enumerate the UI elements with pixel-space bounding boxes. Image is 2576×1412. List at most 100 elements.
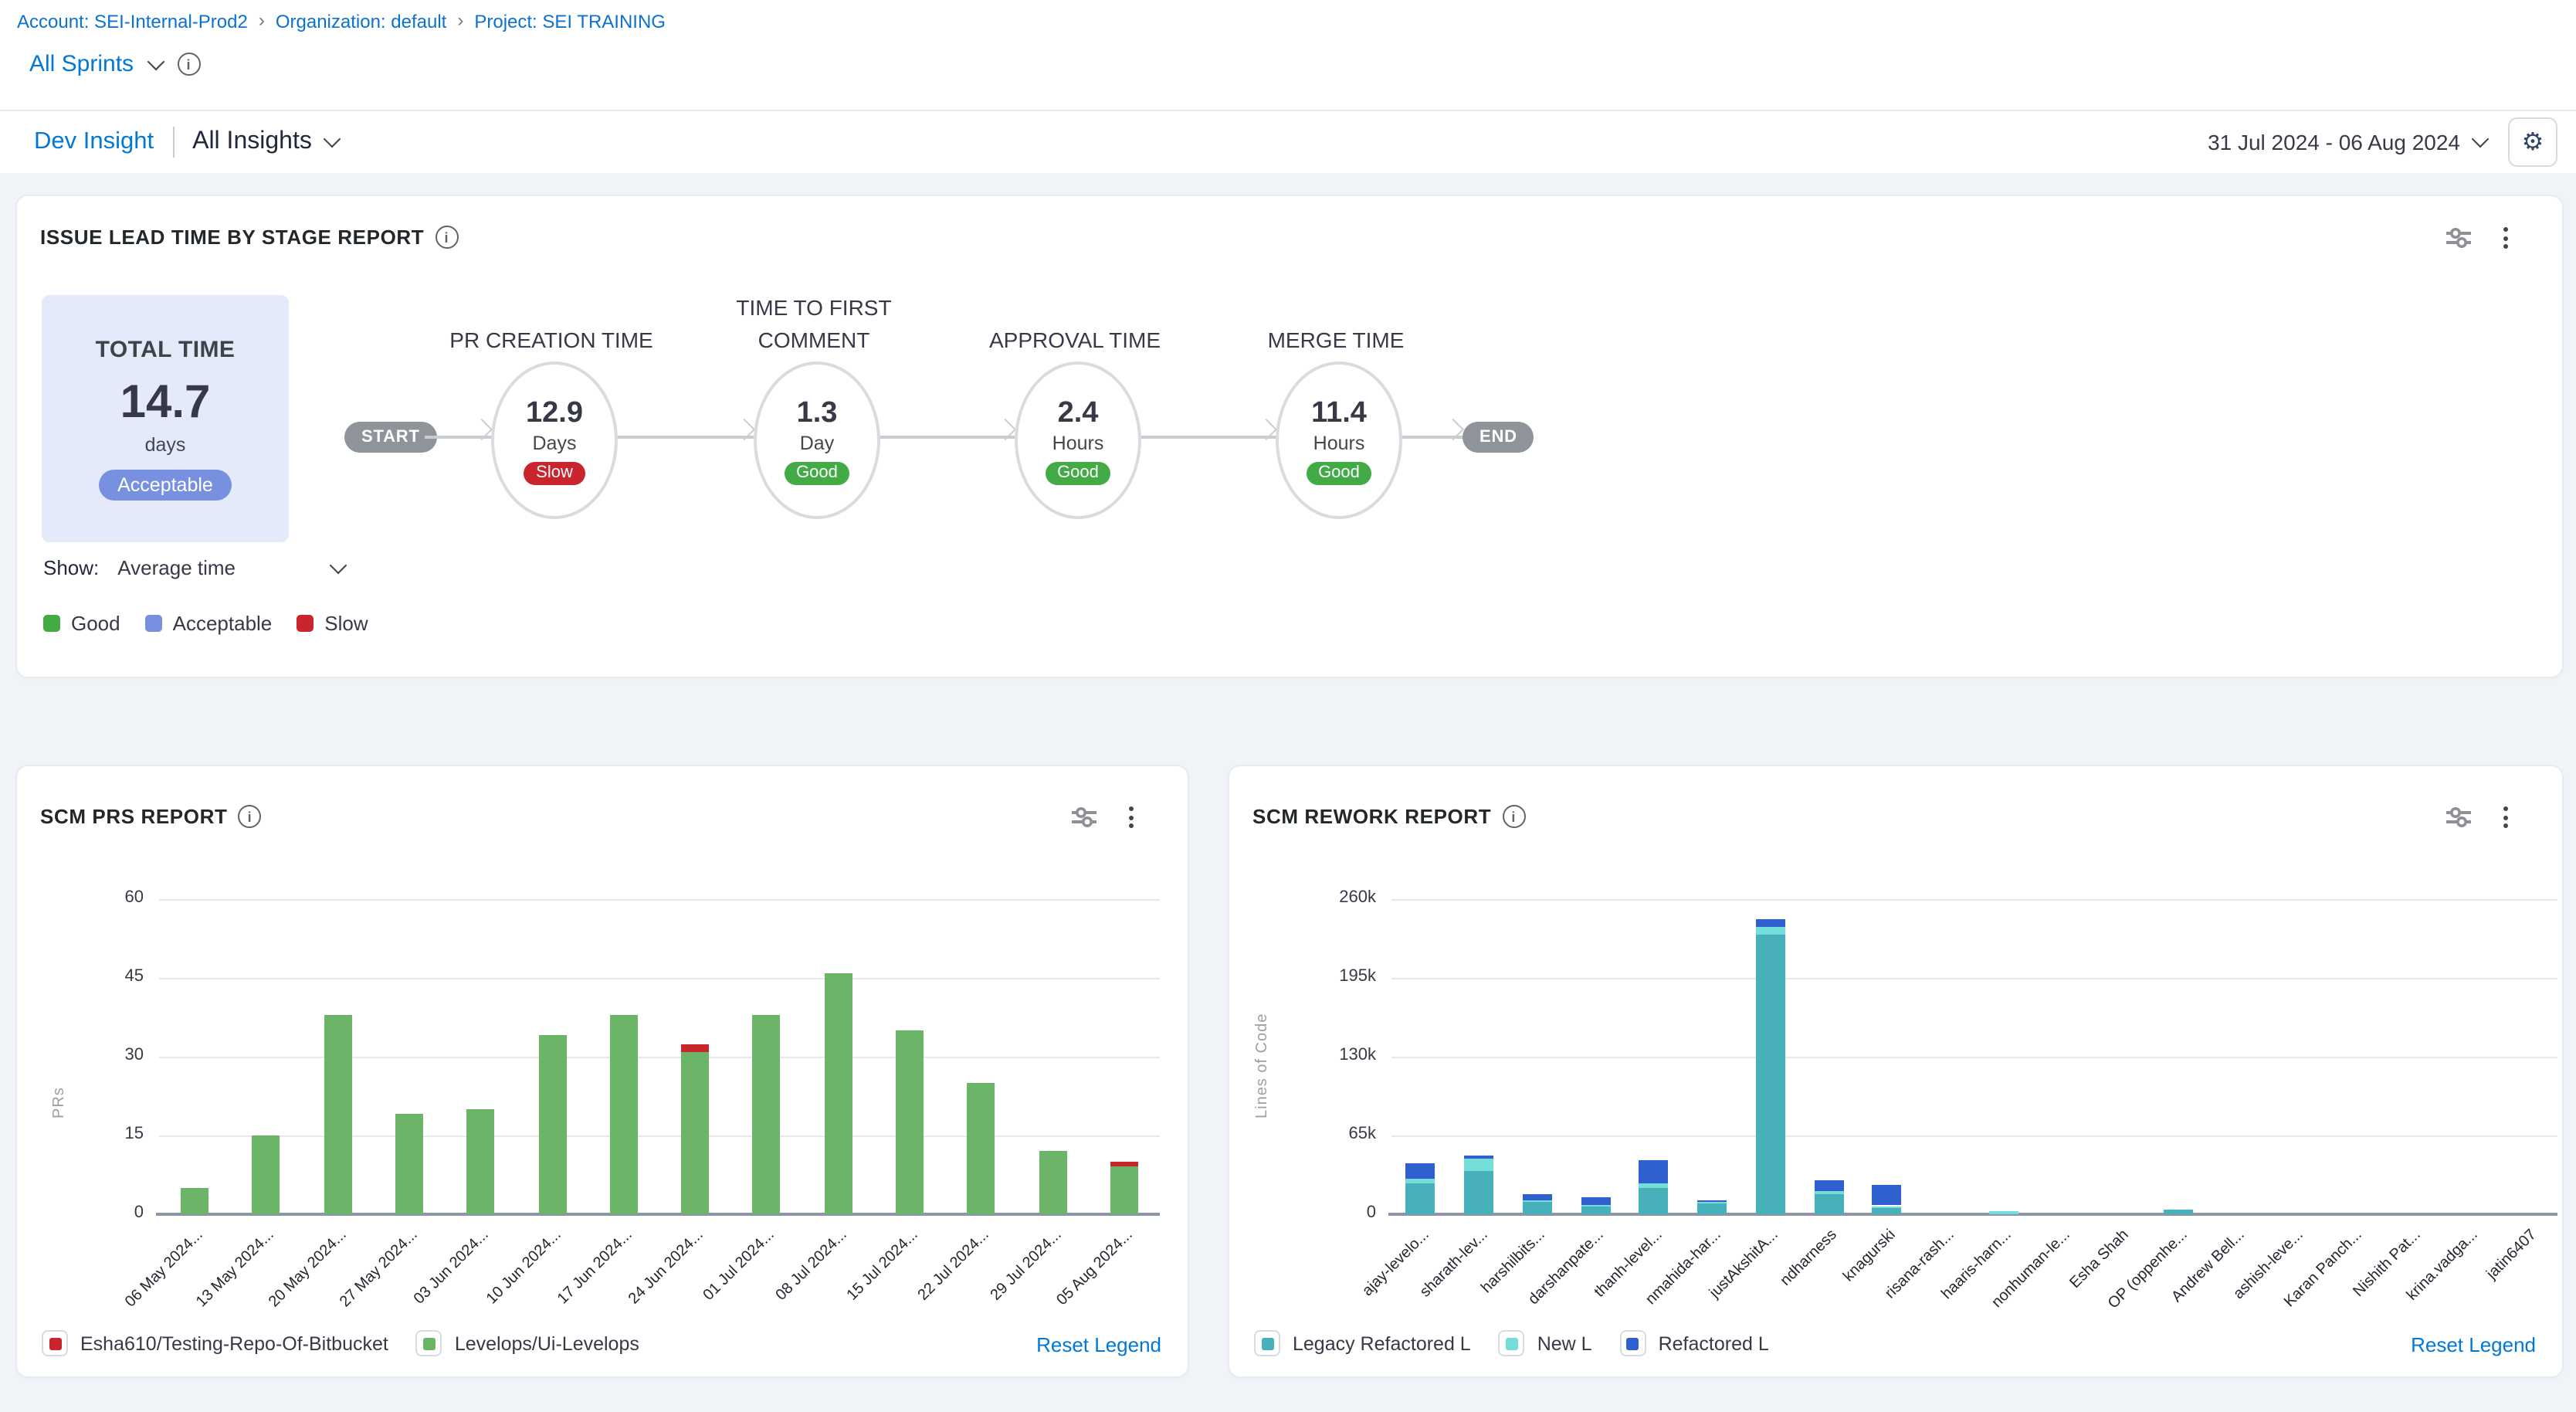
bar-segment[interactable] bbox=[1697, 1202, 1727, 1203]
legend-label: Levelops/Ui-Levelops bbox=[455, 1332, 639, 1354]
bar-segment[interactable] bbox=[1523, 1200, 1552, 1202]
settings-button[interactable]: ⚙ bbox=[2508, 117, 2557, 167]
sprint-selector-label[interactable]: All Sprints bbox=[29, 51, 134, 77]
bar-segment[interactable] bbox=[1873, 1206, 1902, 1209]
stage-node-time-to-first-comment[interactable]: 1.3 Day Good bbox=[754, 361, 880, 519]
divider bbox=[172, 127, 174, 158]
stage-rating-badge: Slow bbox=[524, 461, 585, 484]
legend-checkbox[interactable] bbox=[1620, 1330, 1646, 1356]
x-axis-line bbox=[1388, 1213, 2557, 1216]
insight-dropdown[interactable]: All Insights bbox=[192, 128, 338, 156]
bar-segment[interactable] bbox=[538, 1036, 566, 1214]
breadcrumb-account[interactable]: Account: SEI-Internal-Prod2 bbox=[17, 11, 248, 32]
reset-legend-link[interactable]: Reset Legend bbox=[2411, 1333, 2536, 1356]
date-range-picker[interactable]: 31 Jul 2024 - 06 Aug 2024 bbox=[2208, 130, 2486, 154]
y-axis-tick-label: 130k bbox=[1305, 1046, 1376, 1064]
bar-segment[interactable] bbox=[1581, 1206, 1610, 1207]
bar-segment[interactable] bbox=[1464, 1171, 1493, 1214]
bar-segment[interactable] bbox=[1697, 1203, 1727, 1214]
sprint-selector[interactable]: All Sprints bbox=[29, 51, 200, 77]
bar-segment[interactable] bbox=[1523, 1202, 1552, 1214]
bar-segment[interactable] bbox=[253, 1135, 280, 1214]
chevron-down-icon[interactable] bbox=[147, 53, 164, 70]
breadcrumb-organization[interactable]: Organization: default bbox=[276, 11, 447, 32]
stage-node-approval-time[interactable]: 2.4 Hours Good bbox=[1015, 361, 1141, 519]
legend-checkbox[interactable] bbox=[42, 1330, 68, 1356]
bar-segment[interactable] bbox=[1406, 1184, 1435, 1214]
bar-segment[interactable] bbox=[753, 1015, 781, 1214]
y-axis-tick-label: 30 bbox=[73, 1046, 144, 1064]
breadcrumb-separator-icon: › bbox=[457, 9, 463, 31]
bar-segment[interactable] bbox=[1581, 1207, 1610, 1214]
bar-segment[interactable] bbox=[395, 1115, 423, 1214]
bar-segment[interactable] bbox=[1814, 1179, 1843, 1192]
bar-segment[interactable] bbox=[181, 1188, 208, 1214]
chart-legend-item[interactable]: Esha610/Testing-Repo-Of-Bitbucket bbox=[42, 1330, 388, 1356]
bar-segment[interactable] bbox=[968, 1083, 995, 1214]
chart-legend-item[interactable]: Refactored L bbox=[1620, 1330, 1769, 1356]
bar-segment[interactable] bbox=[824, 972, 852, 1214]
chart-legend-item[interactable]: Legacy Refactored L bbox=[1254, 1330, 1471, 1356]
bar-segment[interactable] bbox=[1697, 1200, 1727, 1202]
bar-segment[interactable] bbox=[1756, 927, 1785, 934]
chart-legend-item[interactable]: Levelops/Ui-Levelops bbox=[416, 1330, 639, 1356]
bar-segment[interactable] bbox=[681, 1044, 709, 1051]
y-axis-tick-label: 65k bbox=[1305, 1125, 1376, 1143]
reset-legend-link[interactable]: Reset Legend bbox=[1036, 1333, 1161, 1356]
chart-legend-item[interactable]: New L bbox=[1499, 1330, 1592, 1356]
bar-segment[interactable] bbox=[681, 1051, 709, 1214]
lead-time-flow: START PR CREATION TIME 12.9 Days Slow TI… bbox=[17, 196, 2562, 677]
bar-segment[interactable] bbox=[1523, 1194, 1552, 1200]
scm-prs-panel: SCM PRS REPORT 015304560PRs06 May 2024..… bbox=[15, 765, 1189, 1378]
bar-segment[interactable] bbox=[467, 1109, 495, 1214]
bar-segment[interactable] bbox=[1581, 1197, 1610, 1206]
info-icon[interactable] bbox=[177, 53, 200, 76]
legend-label: Legacy Refactored L bbox=[1293, 1332, 1471, 1354]
bar-segment[interactable] bbox=[1873, 1209, 1902, 1214]
bar-segment[interactable] bbox=[2164, 1210, 2193, 1214]
bar-segment[interactable] bbox=[1814, 1193, 1843, 1214]
x-axis-line bbox=[156, 1213, 1160, 1216]
y-axis-title: PRs bbox=[51, 995, 68, 1118]
legend-checkbox[interactable] bbox=[416, 1330, 442, 1356]
bar-segment[interactable] bbox=[1873, 1185, 1902, 1206]
bar-segment[interactable] bbox=[1464, 1156, 1493, 1159]
bar-segment[interactable] bbox=[1756, 935, 1785, 1214]
legend-color-swatch bbox=[423, 1337, 436, 1349]
bar-segment[interactable] bbox=[1110, 1167, 1138, 1214]
bar-segment[interactable] bbox=[1756, 920, 1785, 927]
gridline bbox=[159, 899, 1160, 901]
scm-prs-chart: 015304560PRs06 May 2024...13 May 2024...… bbox=[17, 766, 1188, 1376]
stage-rating-badge: Good bbox=[784, 461, 850, 484]
bar-segment[interactable] bbox=[610, 1015, 638, 1214]
issue-lead-time-panel: ISSUE LEAD TIME BY STAGE REPORT TOTAL TI… bbox=[15, 195, 2564, 678]
legend-label: Refactored L bbox=[1659, 1332, 1769, 1354]
bar-segment[interactable] bbox=[1039, 1151, 1066, 1214]
insight-breadcrumb-link[interactable]: Dev Insight bbox=[34, 128, 154, 156]
bar-segment[interactable] bbox=[1110, 1162, 1138, 1167]
bar-segment[interactable] bbox=[1639, 1183, 1669, 1187]
gridline bbox=[159, 1135, 1160, 1137]
y-axis-tick-label: 15 bbox=[73, 1125, 144, 1143]
bar-segment[interactable] bbox=[1639, 1187, 1669, 1214]
bar-segment[interactable] bbox=[1814, 1192, 1843, 1193]
bar-segment[interactable] bbox=[1639, 1159, 1669, 1183]
bar-segment[interactable] bbox=[896, 1030, 924, 1214]
bar-segment[interactable] bbox=[1406, 1163, 1435, 1179]
bar-segment[interactable] bbox=[1406, 1179, 1435, 1183]
y-axis-tick-label: 195k bbox=[1305, 967, 1376, 986]
stage-name: MERGE TIME bbox=[1220, 292, 1452, 357]
stage-rating-badge: Good bbox=[1306, 461, 1372, 484]
top-strip: Account: SEI-Internal-Prod2 › Organizati… bbox=[0, 0, 2576, 111]
bar-segment[interactable] bbox=[1464, 1159, 1493, 1171]
bar-segment[interactable] bbox=[1989, 1212, 2018, 1214]
stage-node-merge-time[interactable]: 11.4 Hours Good bbox=[1276, 361, 1402, 519]
breadcrumb-project[interactable]: Project: SEI TRAINING bbox=[474, 11, 666, 32]
flow-end-pill: END bbox=[1463, 422, 1534, 453]
bar-segment[interactable] bbox=[324, 1015, 351, 1214]
legend-checkbox[interactable] bbox=[1254, 1330, 1280, 1356]
y-axis-title: Lines of Code bbox=[1254, 995, 1271, 1118]
stage-node-pr-creation-time[interactable]: 12.9 Days Slow bbox=[491, 361, 618, 519]
gridline bbox=[1391, 899, 2557, 901]
legend-checkbox[interactable] bbox=[1499, 1330, 1525, 1356]
